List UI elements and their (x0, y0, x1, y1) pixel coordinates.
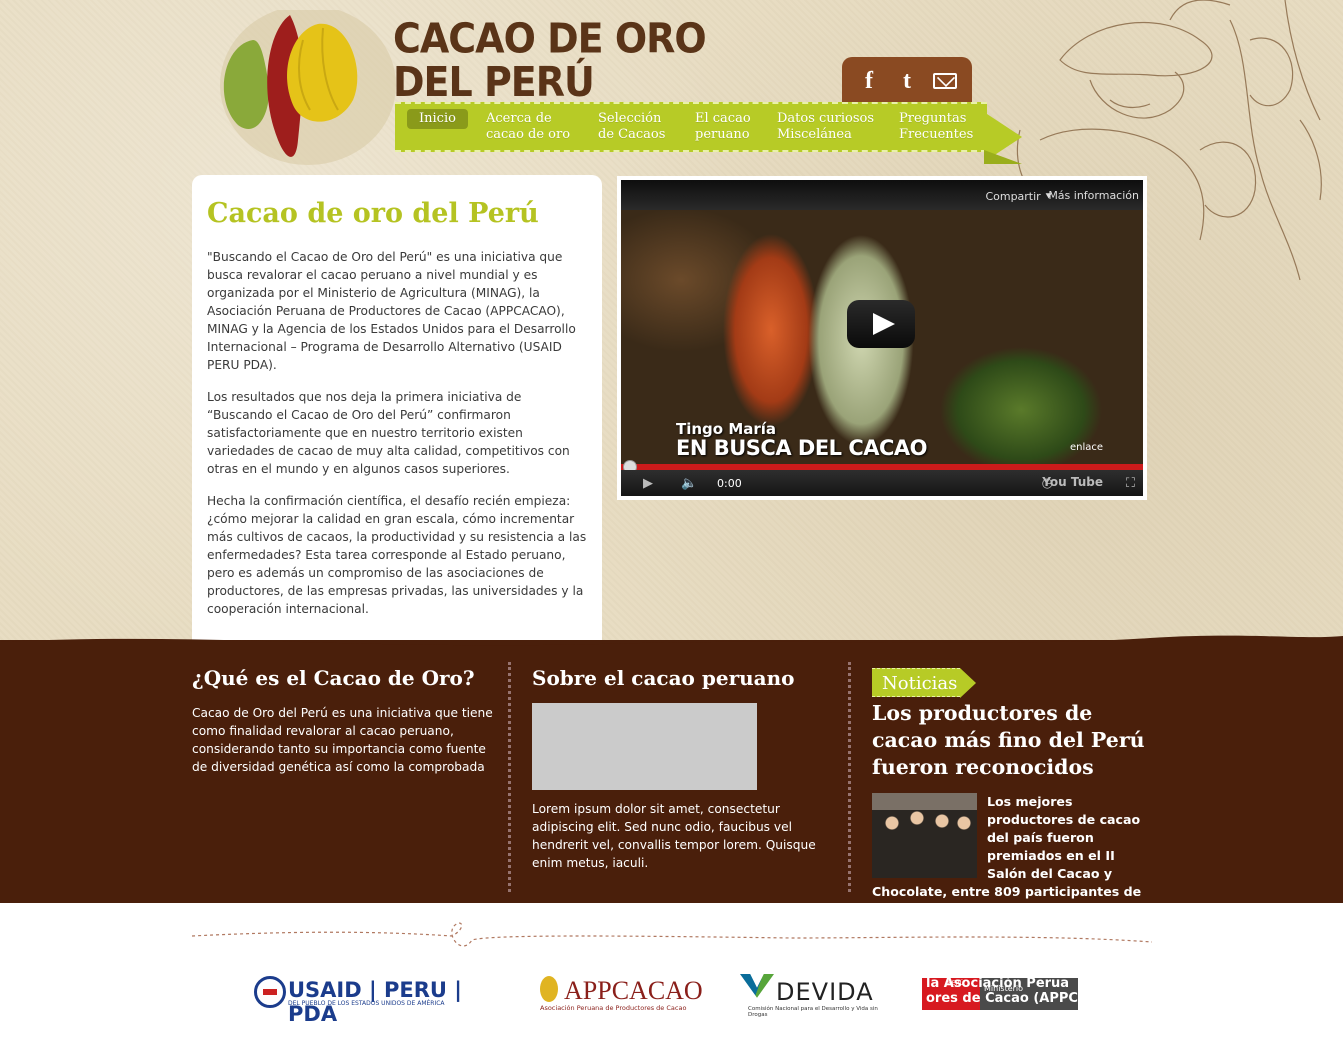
video-controls: ▶ 🔈 0:00 ◷ You Tube ⛶ (621, 470, 1143, 496)
column-divider (508, 662, 511, 892)
usaid-logo[interactable]: USAID | PERU | PDA DEL PUEBLO DE LOS EST… (254, 972, 494, 1026)
appcacao-logo[interactable]: APPCACAO Asociación Peruana de Productor… (538, 972, 703, 1014)
play-button[interactable] (847, 300, 915, 348)
nav-item-label: Datos curiosos (777, 111, 875, 126)
nav-item-label: El cacao (695, 111, 751, 126)
site-brand[interactable]: CACAO DE ORO DEL PERÚ (393, 14, 707, 106)
news-headline[interactable]: Los productores de cacao más fino del Pe… (872, 700, 1152, 781)
nav-item-acerca[interactable]: Acerca de cacao de oro (486, 111, 570, 143)
youtube-video-player[interactable]: Compartir ⯆ Más información Tingo María … (621, 180, 1143, 496)
nav-item-label: Miscelánea (777, 127, 852, 142)
volume-icon[interactable]: 🔈 (681, 476, 697, 491)
more-info-button[interactable]: Más información (1048, 189, 1139, 202)
devida-mark-icon (740, 974, 774, 998)
intro-paragraph: Los resultados que nos deja la primera i… (207, 390, 570, 476)
nav-item-seleccion[interactable]: Selección de Cacaos (598, 111, 665, 143)
devida-logo[interactable]: DEVIDA Comisión Nacional para el Desarro… (740, 972, 885, 1018)
news-tag: Noticias (872, 668, 976, 698)
about-text: Lorem ipsum dolor sit amet, consectetur … (532, 802, 816, 870)
youtube-logo[interactable]: You Tube (1042, 475, 1103, 489)
nav-item-label: Acerca de (486, 111, 552, 126)
appcacao-name: APPCACAO (564, 976, 703, 1005)
usaid-sub: DEL PUEBLO DE LOS ESTADOS UNIDOS DE AMÉR… (288, 1000, 445, 1007)
what-is-text: Cacao de Oro del Perú es una iniciativa … (192, 706, 493, 774)
info-band-wave (0, 635, 1343, 654)
social-links: f t (842, 57, 972, 105)
nav-item-label: Selección (598, 111, 662, 126)
devida-name: DEVIDA (776, 978, 874, 1006)
nav-item-label: Frecuentes (899, 127, 974, 142)
usaid-seal-icon (254, 976, 286, 1008)
twitter-icon[interactable]: t (895, 68, 919, 95)
play-icon[interactable]: ▶ (643, 476, 653, 491)
footer-dashed-line (192, 922, 1152, 947)
nav-item-label: de Cacaos (598, 127, 666, 142)
minag-logo[interactable]: PERÚ Ministerio la Asociación Perua ores… (922, 972, 1088, 1014)
brand-line-1: CACAO DE ORO (393, 14, 707, 63)
video-time: 0:00 (717, 477, 742, 490)
brand-line-2: DEL PERÚ (393, 58, 595, 106)
page-title: Cacao de oro del Perú (207, 198, 539, 229)
intro-text: "Buscando el Cacao de Oro del Perú" es u… (207, 248, 587, 632)
facebook-icon[interactable]: f (857, 68, 881, 95)
about-image-placeholder (532, 703, 757, 790)
nav-item-inicio[interactable]: Inicio (407, 109, 468, 129)
mail-icon[interactable] (933, 73, 957, 89)
share-button[interactable]: Compartir ⯆ (985, 190, 1053, 204)
appcacao-sub: Asociación Peruana de Productores de Cac… (540, 1004, 687, 1012)
cacao-pods-logo[interactable] (198, 5, 398, 170)
share-label: Compartir (985, 190, 1041, 203)
devida-sub: Comisión Nacional para el Desarrollo y V… (748, 1006, 878, 1018)
video-topbar: Compartir ⯆ Más información (621, 180, 1143, 210)
fullscreen-icon[interactable]: ⛶ (1126, 476, 1135, 491)
cacao-bean-icon (540, 976, 558, 1002)
about-title: Sobre el cacao peruano (532, 666, 795, 690)
nav-item-cacao-peruano[interactable]: El cacao peruano (695, 111, 751, 143)
news-photo[interactable] (872, 793, 977, 878)
nav-item-preguntas[interactable]: Preguntas Frecuentes (899, 111, 973, 143)
channel-watermark: enlace (1069, 442, 1103, 453)
minag-overlay-text: la Asociación Perua ores de Cacao (APPCA (926, 976, 1088, 1006)
nav-item-datos-curiosos[interactable]: Datos curiosos Miscelánea (777, 111, 874, 143)
intro-paragraph: "Buscando el Cacao de Oro del Perú" es u… (207, 250, 576, 372)
nav-item-label: peruano (695, 127, 750, 142)
video-frame: Compartir ⯆ Más información Tingo María … (617, 176, 1147, 500)
intro-paragraph: Hecha la confirmación científica, el des… (207, 494, 587, 616)
nav-item-label: cacao de oro (486, 127, 571, 142)
what-is-title: ¿Qué es el Cacao de Oro? (192, 666, 475, 690)
video-caption-title: EN BUSCA DEL CACAO (676, 436, 928, 460)
nav-item-label: Inicio (419, 111, 456, 126)
column-divider (848, 662, 851, 892)
nav-item-label: Preguntas (899, 111, 967, 126)
